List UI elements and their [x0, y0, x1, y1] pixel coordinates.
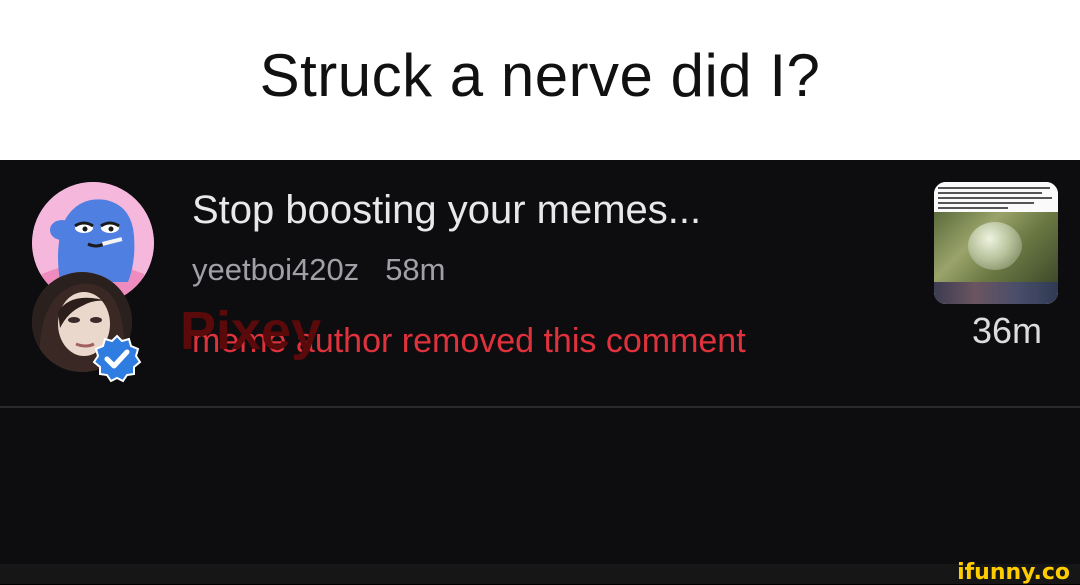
timestamp: 58m: [385, 252, 446, 287]
thumbnail-bottom-strip: [934, 282, 1058, 304]
comment-meta: yeetboi420z 58m: [192, 252, 446, 288]
verified-check-icon: [92, 334, 142, 384]
post-title[interactable]: Stop boosting your memes...: [192, 188, 701, 233]
footer-bar: [0, 564, 1080, 584]
thumbnail-bubble: [968, 222, 1022, 270]
meme-caption: Struck a nerve did I?: [0, 0, 1080, 160]
username[interactable]: yeetboi420z: [192, 252, 359, 287]
meme-thumbnail[interactable]: [934, 182, 1058, 304]
comment-row-1[interactable]: Stop boosting your memes... yeetboi420z 5…: [0, 160, 1080, 406]
timestamp-2: 36m: [971, 310, 1042, 351]
thumbnail-caption-lines: [934, 182, 1058, 212]
divider: [0, 406, 1080, 408]
watermark: ifunny.co: [957, 560, 1070, 585]
comments-panel: Stop boosting your memes... yeetboi420z 5…: [0, 160, 1080, 564]
commenter-name[interactable]: Pixey: [180, 300, 321, 362]
caption-text: Struck a nerve did I?: [259, 41, 821, 109]
